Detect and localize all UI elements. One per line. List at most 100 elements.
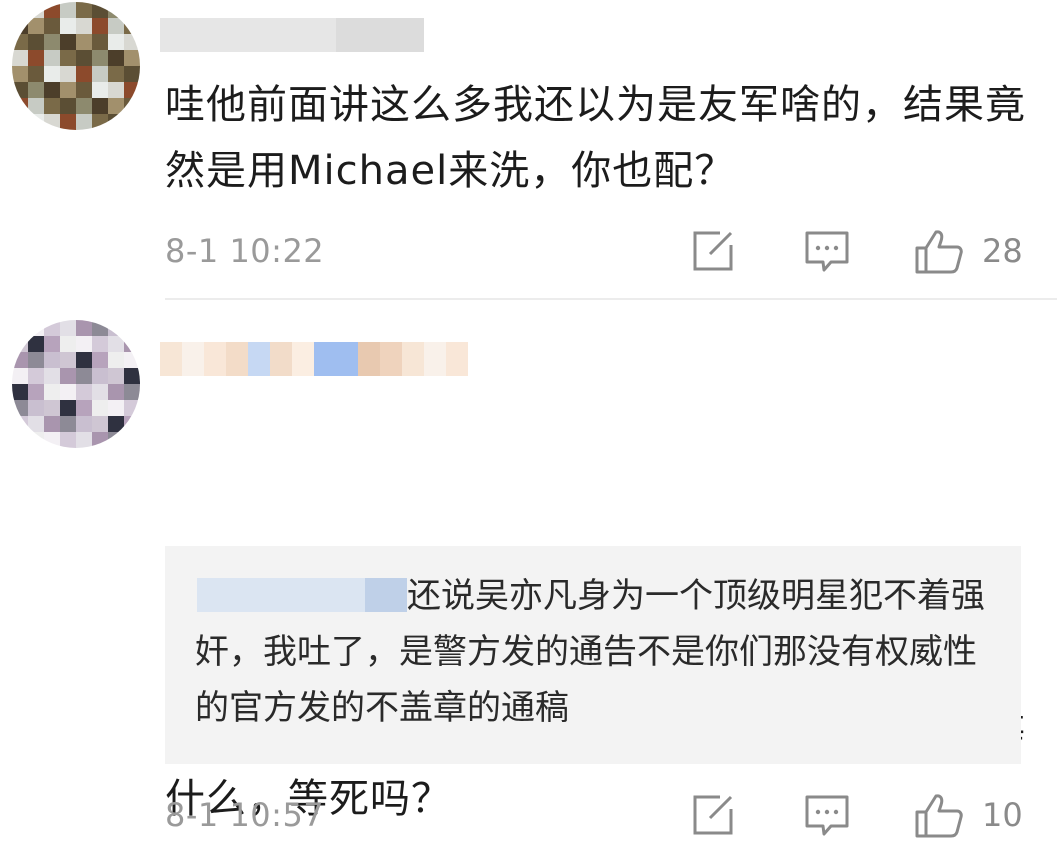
mosaic-cell: [92, 400, 108, 416]
mosaic-cell: [92, 336, 108, 352]
mosaic-cell: [60, 336, 76, 352]
like-button[interactable]: [914, 228, 963, 274]
mosaic-cell: [28, 98, 44, 114]
timestamp: 8-1 10:22: [165, 232, 325, 270]
mosaic-cell: [92, 320, 108, 336]
mosaic-cell: [124, 82, 140, 98]
mosaic-cell: [314, 342, 336, 376]
mosaic-cell: [92, 98, 108, 114]
reply-icon: [805, 231, 849, 272]
mosaic-cell: [60, 82, 76, 98]
mosaic-cell: [12, 432, 28, 448]
mosaic-cell: [92, 384, 108, 400]
username-blurred[interactable]: [160, 18, 424, 52]
mosaic-cell: [44, 320, 60, 336]
mosaic-cell: [44, 336, 60, 352]
mosaic-cell: [76, 50, 92, 66]
mosaic-cell: [28, 2, 44, 18]
mosaic-cell: [76, 66, 92, 82]
mosaic-cell: [108, 2, 124, 18]
mosaic-cell: [28, 368, 44, 384]
mosaic-cell: [124, 34, 140, 50]
mosaic-cell: [60, 66, 76, 82]
mosaic-cell: [76, 432, 92, 448]
mosaic-cell: [60, 34, 76, 50]
mosaic-cell: [28, 352, 44, 368]
repost-button[interactable]: [690, 228, 736, 274]
mosaic-cell: [160, 342, 182, 376]
mosaic-cell: [12, 66, 28, 82]
mosaic-cell: [92, 66, 108, 82]
mosaic-cell: [76, 336, 92, 352]
reply-button[interactable]: [804, 792, 850, 838]
username-blurred[interactable]: [160, 342, 468, 376]
mosaic-cell: [12, 114, 28, 130]
like-count: 10: [982, 796, 1023, 834]
mosaic-cell: [108, 320, 124, 336]
mosaic-cell: [12, 34, 28, 50]
mosaic-cell: [12, 320, 28, 336]
mosaic-cell: [60, 384, 76, 400]
mosaic-cell: [76, 82, 92, 98]
mosaic-cell: [204, 18, 226, 52]
mosaic-cell: [92, 352, 108, 368]
avatar[interactable]: [12, 320, 140, 448]
mosaic-cell: [124, 432, 140, 448]
mosaic-cell: [108, 384, 124, 400]
mosaic-cell: [28, 432, 44, 448]
mosaic-cell: [92, 368, 108, 384]
comment-item: 他们真的好恐怖哦，还说要等他，不明白是要等什么，等死吗？ 还说吴亦凡身为一个顶级…: [0, 302, 1057, 845]
like-count: 28: [982, 232, 1023, 270]
mosaic-cell: [182, 342, 204, 376]
mosaic-cell: [92, 18, 108, 34]
mosaic-cell: [424, 342, 446, 376]
mosaic-cell: [60, 416, 76, 432]
repost-button[interactable]: [690, 792, 736, 838]
mosaic-cell: [76, 384, 92, 400]
mosaic-cell: [160, 18, 182, 52]
quoted-reply-text: 还说吴亦凡身为一个顶级明星犯不着强奸，我吐了，是警方发的通告不是你们那没有权威性…: [195, 576, 985, 728]
like-icon: [915, 230, 963, 274]
mosaic-cell: [402, 342, 424, 376]
mosaic-cell: [60, 50, 76, 66]
mosaic-cell: [124, 400, 140, 416]
mosaic-cell: [44, 368, 60, 384]
mosaic-cell: [108, 34, 124, 50]
mosaic-cell: [402, 18, 424, 52]
mosaic-cell: [314, 18, 336, 52]
mosaic-cell: [44, 82, 60, 98]
mosaic-cell: [12, 416, 28, 432]
mosaic-cell: [124, 384, 140, 400]
mosaic-cell: [124, 2, 140, 18]
quoted-reply[interactable]: 还说吴亦凡身为一个顶级明星犯不着强奸，我吐了，是警方发的通告不是你们那没有权威性…: [165, 546, 1021, 764]
mosaic-cell: [12, 18, 28, 34]
mosaic-cell: [92, 432, 108, 448]
avatar[interactable]: [12, 2, 140, 130]
mosaic-cell: [60, 352, 76, 368]
mosaic-cell: [108, 82, 124, 98]
mosaic-cell: [92, 2, 108, 18]
mosaic-cell: [44, 50, 60, 66]
mosaic-cell: [358, 18, 380, 52]
mosaic-cell: [12, 384, 28, 400]
like-icon: [915, 794, 963, 838]
mosaic-cell: [108, 352, 124, 368]
comment-text: 哇他前面讲这么多我还以为是友军啥的，结果竟然是用Michael来洗，你也配？: [165, 82, 1026, 194]
mosaic-cell: [108, 400, 124, 416]
reply-button[interactable]: [804, 228, 850, 274]
mosaic-cell: [108, 98, 124, 114]
mosaic-cell: [76, 18, 92, 34]
mosaic-cell: [108, 336, 124, 352]
mosaic-cell: [76, 400, 92, 416]
mosaic-cell: [270, 342, 292, 376]
repost-icon: [693, 795, 733, 835]
mosaic-cell: [76, 320, 92, 336]
mosaic-cell: [76, 34, 92, 50]
mosaic-cell: [28, 336, 44, 352]
mosaic-cell: [60, 432, 76, 448]
mosaic-cell: [380, 18, 402, 52]
mosaic-cell: [12, 400, 28, 416]
mosaic-cell: [446, 342, 468, 376]
like-button[interactable]: [914, 792, 963, 838]
mosaic-cell: [76, 368, 92, 384]
